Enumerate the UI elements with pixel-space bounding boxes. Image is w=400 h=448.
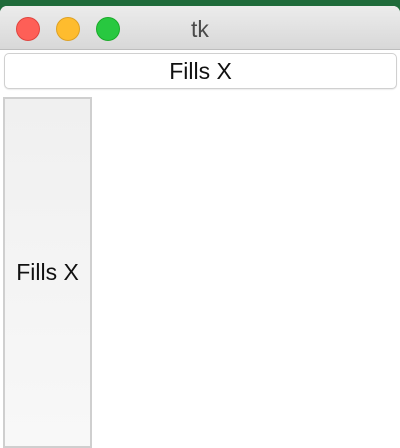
- window-title: tk: [191, 16, 209, 42]
- fills-x-side-button[interactable]: Fills X: [3, 97, 92, 448]
- fills-x-button[interactable]: Fills X: [4, 53, 397, 89]
- title-bar[interactable]: tk: [0, 6, 400, 50]
- app-window: tk Fills X Fills X: [0, 6, 400, 448]
